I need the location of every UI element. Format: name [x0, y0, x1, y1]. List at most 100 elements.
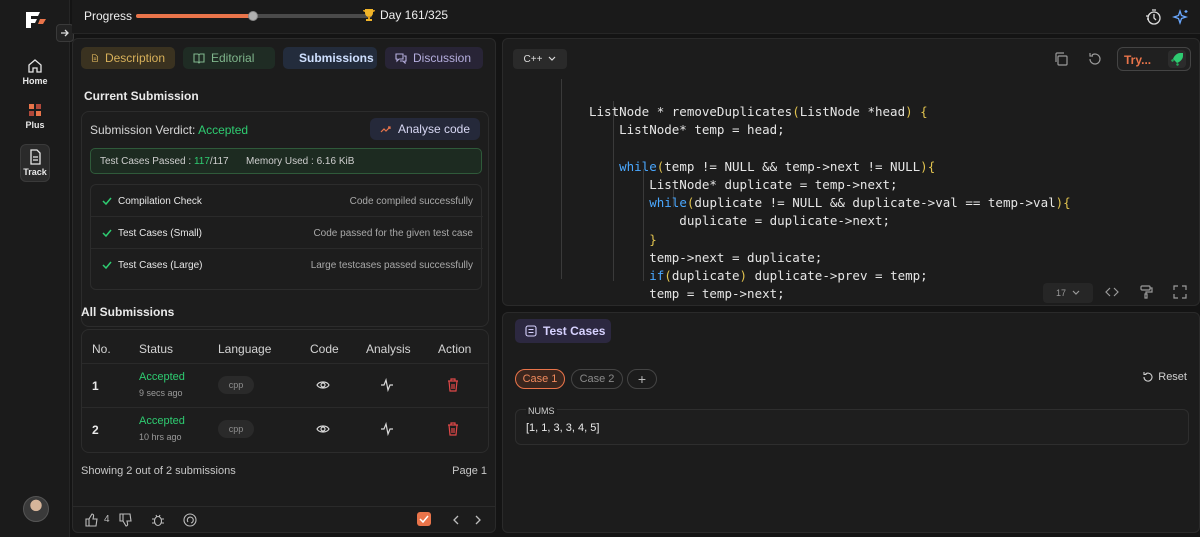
tab-test-cases[interactable]: Test Cases [515, 319, 611, 343]
column-header: No. [92, 342, 111, 356]
rail-home-label: Home [22, 76, 48, 86]
copy-icon[interactable] [1053, 51, 1069, 67]
check-desc: Large testcases passed successfully [310, 260, 473, 271]
code-line: while(temp != NULL && temp->next != NULL… [589, 159, 935, 174]
rail-item-home[interactable]: Home [19, 58, 51, 86]
submission-time: 10 hrs ago [139, 432, 182, 442]
sparkle-icon[interactable] [1172, 8, 1190, 26]
check-row: Test Cases (Small) Code passed for the g… [91, 217, 483, 249]
check-desc: Code compiled successfully [349, 196, 473, 207]
timer-icon[interactable] [1144, 8, 1162, 26]
fullscreen-icon[interactable] [1173, 285, 1187, 299]
submission-panel: Description Editorial Submissions Discus… [72, 38, 496, 533]
case-2-button[interactable]: Case 2 [571, 369, 623, 389]
code-token: if(duplicate) duplicate->prev = temp; [649, 268, 928, 284]
code-line: temp->next = duplicate; [589, 250, 822, 265]
activity-icon[interactable] [380, 422, 394, 436]
user-avatar[interactable] [23, 496, 49, 522]
thumbs-down-icon[interactable] [119, 513, 133, 527]
chevron-right-icon[interactable] [471, 513, 485, 527]
code-line: duplicate = duplicate->next; [589, 213, 890, 228]
try-button[interactable]: Try... [1117, 47, 1191, 71]
document-icon [30, 149, 41, 165]
check-name: Test Cases (Large) [118, 260, 203, 271]
top-bar: Progress Day 161/325 [72, 0, 1200, 34]
tab-submissions[interactable]: Submissions [283, 47, 377, 69]
test-summary-bar: Test Cases Passed : 117/117 Memory Used … [90, 148, 482, 174]
chevron-left-icon[interactable] [449, 513, 463, 527]
day-counter: Day 161/325 [362, 8, 448, 22]
rail-item-track[interactable]: Track [20, 144, 50, 182]
case-1-button[interactable]: Case 1 [515, 369, 565, 389]
try-label: Try... [1124, 53, 1152, 67]
reset-button[interactable]: Reset [1142, 371, 1187, 383]
activity-icon[interactable] [380, 378, 394, 392]
trash-icon[interactable] [446, 378, 460, 392]
plus-grid-icon [29, 104, 41, 116]
add-case-button[interactable]: + [627, 369, 657, 389]
panel-tabs: Description Editorial Submissions Discus… [81, 47, 483, 69]
thumbs-up-icon[interactable] [85, 513, 99, 527]
paint-roller-icon[interactable] [1139, 285, 1153, 299]
eye-icon[interactable] [316, 422, 330, 436]
checkmark-icon [419, 515, 429, 524]
check-row: Compilation Check Code compiled successf… [91, 185, 483, 217]
column-header: Action [438, 342, 472, 356]
day-text: Day 161/325 [380, 8, 449, 22]
tab-description[interactable]: Description [81, 47, 175, 69]
submissions-count: Showing 2 out of 2 submissions [81, 465, 236, 477]
tests-passed-count: 117 [193, 156, 210, 167]
progress-knob[interactable] [247, 11, 258, 21]
submission-number: 1 [92, 379, 99, 393]
submission-status: Accepted [139, 371, 185, 383]
analyse-code-button[interactable]: Analyse code [369, 118, 480, 140]
rail-item-plus[interactable]: Plus [19, 102, 51, 130]
nums-label: NUMS [526, 406, 557, 416]
code-brackets-icon[interactable] [1105, 285, 1119, 299]
code-line: while(duplicate != NULL && duplicate->va… [589, 195, 1070, 210]
tests-passed-prefix: Test Cases Passed : [100, 156, 194, 167]
tab-discussion-label: Discussion [413, 51, 472, 65]
rail-plus-label: Plus [25, 120, 45, 130]
code-line: } [589, 232, 657, 247]
memory-used: Memory Used : 6.16 KiB [246, 156, 355, 167]
file-icon [91, 54, 99, 62]
likes-count: 4 [104, 514, 110, 525]
rocket-icon [1168, 50, 1186, 68]
trash-icon[interactable] [446, 422, 460, 436]
test-cases-panel: Test Cases Case 1 Case 2 + Reset NUMS [1… [502, 312, 1200, 533]
verdict-prefix: Submission Verdict: [90, 123, 199, 137]
reset-icon [1143, 372, 1153, 382]
language-badge: cpp [218, 420, 254, 438]
column-header: Language [218, 342, 272, 356]
tests-passed: Test Cases Passed : 117/117 [100, 156, 229, 167]
verdict-value: Accepted [198, 123, 249, 137]
font-size-value: 17 [1055, 288, 1066, 298]
tab-editorial[interactable]: Editorial [183, 47, 275, 69]
bug-icon[interactable] [151, 513, 165, 527]
code-token: ListNode* duplicate = temp->next; [589, 177, 898, 193]
check-list: Compilation Check Code compiled successf… [90, 184, 483, 290]
check-name: Test Cases (Small) [118, 228, 202, 239]
font-size-select[interactable]: 17 [1043, 283, 1093, 303]
code-line: ListNode * removeDuplicates(ListNode *he… [589, 104, 928, 119]
share-icon[interactable] [183, 513, 197, 527]
checkmark-icon [102, 197, 112, 206]
table-row: 1 Accepted 9 secs ago cpp [82, 363, 488, 407]
language-select[interactable]: C++ [513, 49, 567, 69]
code-line: if(duplicate) duplicate->prev = temp; [589, 268, 928, 284]
tab-test-cases-label: Test Cases [543, 324, 606, 338]
checkmark-icon [102, 229, 112, 238]
code-text[interactable]: ListNode * removeDuplicates(ListNode *he… [589, 85, 1071, 303]
reset-icon[interactable] [1087, 51, 1103, 67]
nums-field[interactable]: NUMS [1, 1, 3, 3, 4, 5] [515, 406, 1189, 445]
language-value: C++ [523, 53, 543, 65]
submissions-table: No. Status Language Code Analysis Action… [81, 329, 489, 453]
logo-icon[interactable] [24, 10, 48, 30]
complete-checkbox[interactable] [417, 512, 431, 526]
code-editor-panel: C++ Try... ListNode * removeDuplicates(L… [502, 38, 1200, 306]
tab-discussion[interactable]: Discussion [385, 47, 483, 69]
eye-icon[interactable] [316, 378, 330, 392]
tab-submissions-label: Submissions [299, 51, 374, 65]
tests-total: /117 [209, 156, 229, 167]
